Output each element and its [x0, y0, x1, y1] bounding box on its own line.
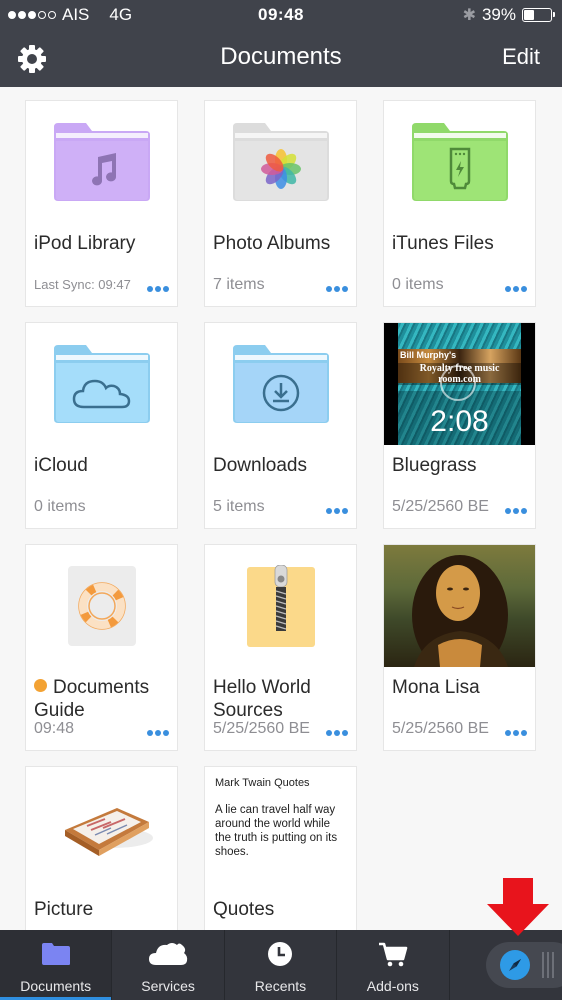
more-options-button[interactable] [326, 508, 348, 514]
drag-handle[interactable] [541, 952, 554, 978]
item-meta: 5/25/2560 BE [392, 720, 489, 737]
item-documents-guide[interactable]: Documents Guide 09:48 [25, 544, 178, 751]
tab-documents[interactable]: Documents [0, 930, 113, 1000]
more-options-button[interactable] [505, 508, 527, 514]
more-options-button[interactable] [505, 730, 527, 736]
music-folder-icon [53, 123, 150, 201]
item-meta: 0 items [392, 276, 444, 293]
item-name: Hello World Sources [213, 677, 311, 721]
item-meta: 5/25/2560 BE [392, 498, 489, 515]
page-title: Documents [220, 43, 342, 70]
usb-folder-icon [411, 123, 508, 201]
compass-icon [499, 950, 530, 980]
tab-label: Recents [254, 978, 307, 994]
item-meta: 09:48 [34, 720, 75, 737]
item-name: iPod Library [34, 233, 136, 254]
more-options-button[interactable] [326, 286, 348, 292]
item-meta: 5 items [213, 498, 265, 515]
folder-icon [41, 943, 70, 965]
more-options-button[interactable] [147, 286, 169, 292]
edit-button[interactable]: Edit [502, 44, 540, 70]
new-badge-dot [34, 679, 47, 692]
item-name: Photo Albums [213, 233, 331, 254]
item-name: iCloud [34, 455, 88, 476]
play-icon[interactable] [440, 365, 476, 401]
preview-title: Mark Twain Quotes [215, 777, 310, 789]
red-arrow-annotation [487, 878, 549, 936]
more-options-button[interactable] [147, 730, 169, 736]
cloud-folder-icon [53, 345, 150, 423]
item-itunes-files[interactable]: iTunes Files 0 items [383, 100, 536, 307]
photo-tray-icon [64, 808, 153, 856]
text-preview: Mark Twain Quotes A lie can travel half … [215, 777, 348, 859]
bluetooth-icon: ✱ [462, 7, 476, 24]
browser-pill-button[interactable] [485, 942, 562, 988]
item-name: Mona Lisa [392, 677, 480, 698]
tab-add-ons[interactable]: Add-ons [337, 930, 450, 1000]
item-name: Downloads [213, 455, 307, 476]
more-options-button[interactable] [326, 730, 348, 736]
battery-icon [522, 8, 555, 22]
item-picture[interactable]: Picture [25, 766, 178, 930]
zip-icon [246, 565, 315, 647]
item-icloud[interactable]: iCloud 0 items [25, 322, 178, 529]
tab-recents[interactable]: Recents [225, 930, 338, 1000]
item-meta: 5/25/2560 BE [213, 720, 310, 737]
item-name: Quotes [213, 899, 275, 920]
documents-grid: iPod Library Last Sync: 09:47 Photo Albu… [0, 87, 562, 930]
item-downloads[interactable]: Downloads 5 items [204, 322, 357, 529]
item-name: Bluegrass [392, 455, 477, 476]
photos-folder-icon [232, 123, 329, 201]
battery-percent: 39% [481, 5, 516, 24]
video-thumbnail: Bill Murphy's Royalty free music room.co… [384, 323, 535, 445]
item-quotes[interactable]: Mark Twain Quotes A lie can travel half … [204, 766, 357, 930]
item-photo-albums[interactable]: Photo Albums 7 items [204, 100, 357, 307]
item-meta: Last Sync: 09:47 [34, 277, 131, 292]
tab-bar: Documents Services Recents Add-ons [0, 930, 562, 1000]
download-folder-icon [232, 345, 329, 423]
video-duration: 2:08 [430, 405, 489, 438]
tab-label: Services [141, 978, 195, 994]
item-hello-world-sources[interactable]: Hello World Sources 5/25/2560 BE [204, 544, 357, 751]
cloud-icon [149, 943, 188, 965]
item-mona-lisa[interactable]: Mona Lisa 5/25/2560 BE [383, 544, 536, 751]
thumb-caption: Bill Murphy's [400, 350, 457, 360]
item-ipod-library[interactable]: iPod Library Last Sync: 09:47 [25, 100, 178, 307]
clock-icon [268, 942, 293, 966]
status-bar: AIS 4G 09:48 ✱ 39% [0, 0, 562, 30]
painting-thumbnail [384, 545, 535, 667]
item-bluegrass[interactable]: Bill Murphy's Royalty free music room.co… [383, 322, 536, 529]
preview-body: A lie can travel half way around the wor… [215, 804, 338, 858]
lifebuoy-icon [67, 566, 136, 646]
more-options-button[interactable] [505, 286, 527, 292]
navigation-bar: Documents Edit [0, 30, 562, 87]
item-name: iTunes Files [392, 233, 494, 254]
item-meta: 7 items [213, 276, 265, 293]
item-meta: 0 items [34, 498, 86, 515]
tab-label: Add-ons [366, 978, 419, 994]
item-name: Documents Guide [34, 677, 150, 721]
tab-services[interactable]: Services [112, 930, 225, 1000]
tab-label: Documents [20, 978, 92, 994]
cart-icon [378, 942, 408, 967]
item-name: Picture [34, 899, 94, 920]
